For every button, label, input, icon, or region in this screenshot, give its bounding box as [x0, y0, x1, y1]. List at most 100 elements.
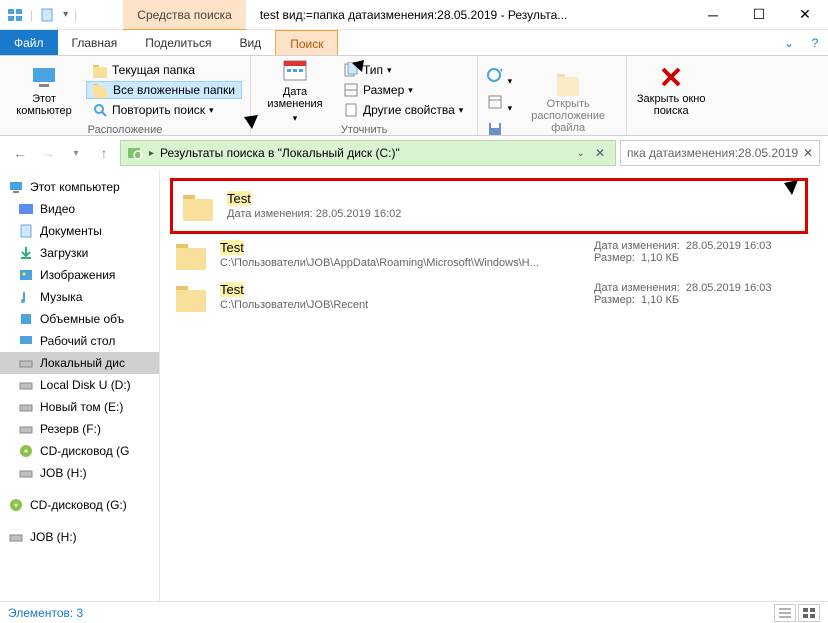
pictures-icon: [18, 267, 34, 283]
dropdown-icon: ▾: [209, 105, 214, 116]
save-search-icon[interactable]: [486, 120, 512, 141]
minimize-button[interactable]: ─: [690, 0, 736, 30]
ribbon: Этот компьютер Текущая папка Все вложенн…: [0, 56, 828, 136]
navigation-bar: ← → ▾ ↑ ▸ Результаты поиска в "Локальный…: [0, 136, 828, 170]
properties-icon: [343, 102, 359, 118]
tree-3d[interactable]: Объемные объ: [0, 308, 159, 330]
tab-file[interactable]: Файл: [0, 30, 58, 55]
group-location-label: Расположение: [0, 124, 250, 138]
up-button[interactable]: ↑: [92, 141, 116, 165]
back-button[interactable]: ←: [8, 141, 32, 165]
tree-video[interactable]: Видео: [0, 198, 159, 220]
result-meta: Дата изменения: 28.05.2019 16:03 Размер:…: [594, 240, 824, 264]
music-icon: [18, 289, 34, 305]
tree-reserve[interactable]: Резерв (F:): [0, 418, 159, 440]
tree-pictures[interactable]: Изображения: [0, 264, 159, 286]
folders-icon: [93, 82, 109, 98]
tree-downloads[interactable]: Загрузки: [0, 242, 159, 264]
open-location-label: Открыть расположение файла: [518, 98, 618, 134]
dropdown-icon: ▾: [459, 105, 464, 116]
date-modified-label: Дата изменения: [259, 86, 331, 110]
properties-icon[interactable]: [39, 6, 57, 24]
result-name: Test: [227, 191, 797, 206]
search-clear-icon[interactable]: ✕: [803, 146, 813, 160]
qat-separator: |: [30, 8, 33, 22]
results-pane[interactable]: Test Дата изменения: 28.05.2019 16:02 Te…: [160, 170, 828, 601]
close-button[interactable]: ✕: [782, 0, 828, 30]
tree-music[interactable]: Музыка: [0, 286, 159, 308]
other-properties-button[interactable]: Другие свойства ▾: [337, 101, 469, 119]
drive-icon: [8, 529, 24, 545]
this-pc-button[interactable]: Этот компьютер: [8, 60, 80, 120]
repeat-search-button[interactable]: Повторить поиск ▾: [86, 101, 242, 119]
result-item[interactable]: Test C:\Пользователи\JOB\AppData\Roaming…: [170, 234, 828, 276]
open-file-location-button[interactable]: Открыть расположение файла: [518, 71, 618, 131]
tab-home[interactable]: Главная: [58, 30, 132, 55]
maximize-button[interactable]: ☐: [736, 0, 782, 30]
type-button[interactable]: Тип ▾: [337, 61, 469, 79]
tree-documents[interactable]: Документы: [0, 220, 159, 242]
result-path: C:\Пользователи\JOB\AppData\Roaming\Micr…: [220, 257, 584, 269]
navigation-tree[interactable]: Этот компьютер Видео Документы Загрузки …: [0, 170, 160, 601]
large-icons-view-button[interactable]: [798, 604, 820, 622]
dropdown-icon: ▾: [408, 85, 413, 96]
result-item[interactable]: Test Дата изменения: 28.05.2019 16:02: [170, 178, 808, 234]
ribbon-collapse-icon[interactable]: ⌄: [776, 30, 802, 55]
drive-icon: [18, 465, 34, 481]
result-path: C:\Пользователи\JOB\Recent: [220, 299, 584, 311]
close-x-icon: [657, 63, 685, 91]
tree-this-pc[interactable]: Этот компьютер: [0, 176, 159, 198]
downloads-icon: [18, 245, 34, 261]
recent-searches-icon[interactable]: ▾: [486, 66, 512, 87]
date-modified-button[interactable]: Дата изменения ▾: [259, 60, 331, 120]
all-subfolders-button[interactable]: Все вложенные папки: [86, 81, 242, 99]
ribbon-tabs: Файл Главная Поделиться Вид Поиск ⌄ ?: [0, 30, 828, 56]
folder-icon: [174, 240, 210, 270]
address-bar[interactable]: ▸ Результаты поиска в "Локальный диск (C…: [120, 140, 616, 166]
tree-local-u[interactable]: Local Disk U (D:): [0, 374, 159, 396]
result-name: Test: [220, 240, 584, 255]
folder-open-icon: [554, 68, 582, 96]
advanced-options-icon[interactable]: ▾: [486, 93, 512, 114]
contextual-tab-label: Средства поиска: [123, 0, 246, 30]
result-meta: Дата изменения: 28.05.2019 16:03 Размер:…: [594, 282, 824, 306]
drive-icon: [18, 377, 34, 393]
help-icon[interactable]: ?: [802, 30, 828, 55]
qat-separator: |: [74, 8, 77, 22]
drive-icon: [18, 355, 34, 371]
size-button[interactable]: Размер ▾: [337, 81, 469, 99]
search-box[interactable]: пка датаизменения:28.05.2019 ✕: [620, 140, 820, 166]
quick-access-toolbar: | ▾ |: [0, 6, 83, 24]
tree-desktop[interactable]: Рабочий стол: [0, 330, 159, 352]
close-search-label: Закрыть окно поиска: [635, 93, 707, 117]
tree-local-c[interactable]: Локальный дис: [0, 352, 159, 374]
close-search-button[interactable]: Закрыть окно поиска: [635, 60, 707, 120]
tab-share[interactable]: Поделиться: [131, 30, 225, 55]
folder-icon: [92, 62, 108, 78]
tree-cd-g2[interactable]: CD-дисковод (G:): [0, 494, 159, 516]
tab-search[interactable]: Поиск: [275, 30, 338, 55]
address-dropdown-icon[interactable]: ⌄: [577, 148, 585, 159]
tree-cd-g[interactable]: CD-дисковод (G: [0, 440, 159, 462]
breadcrumb-arrow-icon[interactable]: ▸: [149, 148, 154, 159]
tree-job-h2[interactable]: JOB (H:): [0, 526, 159, 548]
tree-job-h[interactable]: JOB (H:): [0, 462, 159, 484]
tab-view[interactable]: Вид: [225, 30, 275, 55]
this-pc-label: Этот компьютер: [8, 93, 80, 117]
status-bar: Элементов: 3: [0, 601, 828, 623]
group-refine-label: Уточнить: [251, 124, 477, 138]
result-subline: Дата изменения: 28.05.2019 16:02: [227, 208, 797, 220]
forward-button[interactable]: →: [36, 141, 60, 165]
folder-icon: [174, 282, 210, 312]
address-clear-icon[interactable]: ✕: [591, 146, 609, 160]
qat-dropdown-icon[interactable]: ▾: [63, 9, 68, 20]
recent-locations-icon[interactable]: ▾: [64, 141, 88, 165]
folder-icon: [181, 191, 217, 221]
tree-new-vol[interactable]: Новый том (E:): [0, 396, 159, 418]
result-item[interactable]: Test C:\Пользователи\JOB\Recent Дата изм…: [170, 276, 828, 318]
details-view-button[interactable]: [774, 604, 796, 622]
search-again-icon: [92, 102, 108, 118]
size-icon: [343, 82, 359, 98]
desktop-icon: [18, 333, 34, 349]
current-folder-button[interactable]: Текущая папка: [86, 61, 242, 79]
